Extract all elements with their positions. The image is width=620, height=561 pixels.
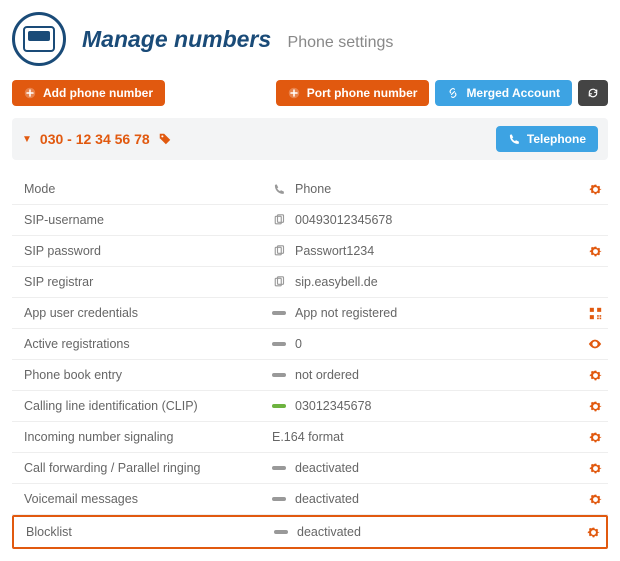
gear-icon[interactable]	[588, 244, 602, 258]
tag-icon[interactable]	[158, 132, 172, 146]
row-label: Incoming number signaling	[24, 430, 272, 444]
dash-icon	[272, 306, 286, 320]
row-value: App not registered	[295, 306, 397, 320]
row-value-wrap: 0	[272, 337, 588, 351]
row-label: Active registrations	[24, 337, 272, 351]
row-value-wrap: App not registered	[272, 306, 588, 320]
merged-account-label: Merged Account	[466, 86, 560, 100]
page-header: Manage numbers Phone settings	[12, 12, 608, 66]
row-label: SIP-username	[24, 213, 272, 227]
gear-icon[interactable]	[588, 492, 602, 506]
phone-number-bar: ▼ 030 - 12 34 56 78 Telephone	[12, 118, 608, 160]
row-value-wrap: deactivated	[274, 525, 586, 539]
row-value-wrap: 03012345678	[272, 399, 588, 413]
row-value: deactivated	[295, 461, 359, 475]
row-value-wrap: Phone	[272, 182, 588, 196]
phone-handset-icon	[272, 182, 286, 196]
row-value-wrap: deactivated	[272, 492, 588, 506]
page-subtitle: Phone settings	[288, 34, 394, 51]
row-label: Call forwarding / Parallel ringing	[24, 461, 272, 475]
row-value: E.164 format	[272, 430, 344, 444]
phone-number-display[interactable]: 030 - 12 34 56 78	[40, 131, 150, 147]
copy-icon[interactable]	[272, 275, 286, 289]
dash-icon	[274, 525, 288, 539]
row-value-wrap: not ordered	[272, 368, 588, 382]
port-phone-label: Port phone number	[307, 86, 418, 100]
page-title-text: Manage numbers	[82, 26, 271, 52]
dash-icon	[272, 337, 286, 351]
settings-row-call_fwd: Call forwarding / Parallel ringing deacti…	[12, 453, 608, 484]
copy-icon[interactable]	[272, 213, 286, 227]
copy-icon[interactable]	[272, 244, 286, 258]
row-label: Mode	[24, 182, 272, 196]
telephone-button[interactable]: Telephone	[496, 126, 598, 152]
row-value: deactivated	[295, 492, 359, 506]
phone-icon	[508, 133, 520, 145]
plus-icon	[288, 87, 300, 99]
row-value: 0	[295, 337, 302, 351]
settings-row-active_reg: Active registrations 0	[12, 329, 608, 360]
dash-icon	[272, 368, 286, 382]
dash-icon	[272, 492, 286, 506]
gear-icon[interactable]	[586, 525, 600, 539]
row-value-wrap: 00493012345678	[272, 213, 602, 227]
refresh-icon	[587, 87, 599, 99]
row-value: not ordered	[295, 368, 359, 382]
telephone-label: Telephone	[527, 132, 586, 146]
link-icon	[447, 87, 459, 99]
settings-row-app_user_cred: App user credentials App not registered	[12, 298, 608, 329]
page-title: Manage numbers Phone settings	[82, 26, 393, 53]
row-label: Phone book entry	[24, 368, 272, 382]
row-value: deactivated	[297, 525, 361, 539]
row-value: Passwort1234	[295, 244, 374, 258]
settings-row-phone_book: Phone book entry not ordered	[12, 360, 608, 391]
row-label: Calling line identification (CLIP)	[24, 399, 272, 413]
settings-row-mode: Mode Phone	[12, 174, 608, 205]
settings-row-sip_registrar: SIP registrar sip.easybell.de	[12, 267, 608, 298]
app-logo	[12, 12, 66, 66]
row-value: 00493012345678	[295, 213, 392, 227]
settings-table: Mode Phone SIP-username 00493012345678 SIP p…	[12, 174, 608, 549]
port-phone-number-button[interactable]: Port phone number	[276, 80, 430, 106]
row-label: Voicemail messages	[24, 492, 272, 506]
gear-icon[interactable]	[588, 399, 602, 413]
gear-icon[interactable]	[588, 430, 602, 444]
plus-icon	[24, 87, 36, 99]
eye-icon[interactable]	[588, 337, 602, 351]
settings-row-incoming_sig: Incoming number signalingE.164 format	[12, 422, 608, 453]
settings-row-sip_username: SIP-username 00493012345678	[12, 205, 608, 236]
row-label: SIP registrar	[24, 275, 272, 289]
refresh-button[interactable]	[578, 80, 608, 106]
action-bar: Add phone number Port phone number Merge…	[12, 80, 608, 106]
add-phone-label: Add phone number	[43, 86, 153, 100]
row-value-wrap: deactivated	[272, 461, 588, 475]
row-value-wrap: E.164 format	[272, 430, 588, 444]
settings-row-blocklist: Blocklist deactivated	[12, 515, 608, 549]
qr-icon[interactable]	[588, 306, 602, 320]
row-label: SIP password	[24, 244, 272, 258]
add-phone-number-button[interactable]: Add phone number	[12, 80, 165, 106]
gear-icon[interactable]	[588, 461, 602, 475]
row-value: sip.easybell.de	[295, 275, 378, 289]
settings-row-voicemail: Voicemail messages deactivated	[12, 484, 608, 515]
chevron-down-icon[interactable]: ▼	[22, 134, 32, 145]
dash-icon	[272, 399, 286, 413]
gear-icon[interactable]	[588, 182, 602, 196]
row-value: Phone	[295, 182, 331, 196]
row-label: Blocklist	[26, 525, 274, 539]
row-value-wrap: Passwort1234	[272, 244, 588, 258]
settings-row-sip_password: SIP password Passwort1234	[12, 236, 608, 267]
settings-row-cli: Calling line identification (CLIP) 030123…	[12, 391, 608, 422]
row-value: 03012345678	[295, 399, 371, 413]
gear-icon[interactable]	[588, 368, 602, 382]
row-value-wrap: sip.easybell.de	[272, 275, 602, 289]
merged-account-button[interactable]: Merged Account	[435, 80, 572, 106]
row-label: App user credentials	[24, 306, 272, 320]
dash-icon	[272, 461, 286, 475]
